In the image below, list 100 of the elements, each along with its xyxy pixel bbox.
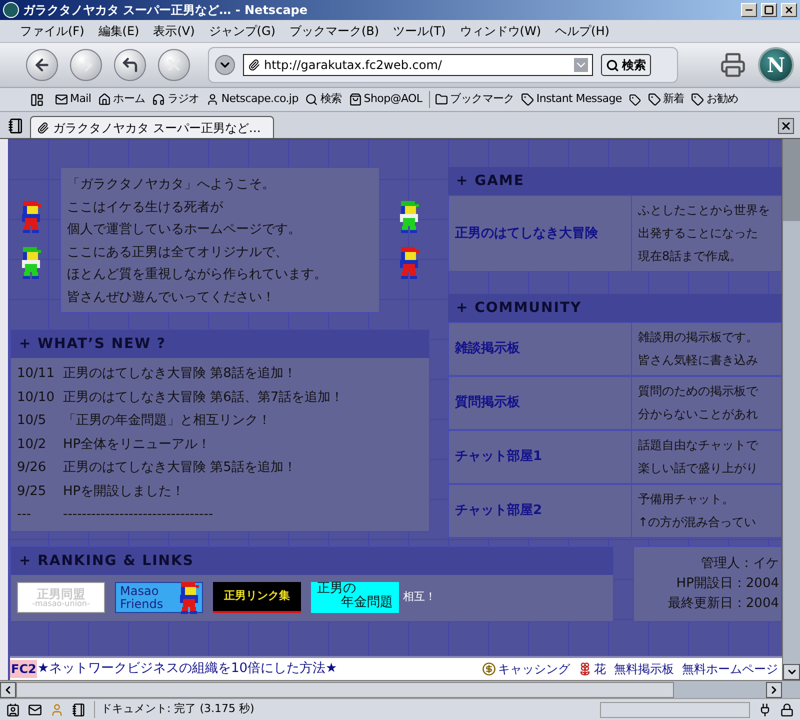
news-text: HP全体をリニューアル！ [63, 436, 211, 454]
welcome-text: ほとんど質を重視しながら作られています。 [67, 266, 328, 284]
footer-link[interactable]: 花 [578, 660, 606, 678]
news-date: 10/10 [17, 388, 56, 406]
mutual-link-text: 相互！ [403, 589, 436, 606]
close-icon [784, 5, 794, 15]
banner[interactable]: 正男リンク集 [213, 582, 301, 613]
headphones-icon [152, 93, 166, 106]
address-field[interactable]: http://garakutax.fc2web.com/ [243, 54, 593, 76]
footer-link[interactable]: キャッシング [482, 660, 570, 678]
news-text: 「正男の年金問題」と相互リンク！ [63, 412, 271, 430]
toolbar-link[interactable]: Netscape.co.jp [206, 91, 298, 108]
admin-text: 管理人：イケ [701, 555, 779, 573]
ad-link[interactable]: ★ネットワークビジネスの組織を10倍にした方法★ [37, 659, 338, 679]
menu-item[interactable]: 編集(E) [98, 22, 140, 40]
sidebar-icon[interactable] [30, 92, 44, 106]
mail-icon [55, 93, 68, 106]
tag-icon[interactable] [628, 94, 641, 106]
banner-title: 正男リンク集 [224, 588, 290, 604]
search-icon [606, 58, 619, 72]
news-text: 正男のはてしなき大冒険 第8話を追加！ [63, 365, 296, 383]
section-header: + WHAT’S NEW ? [11, 330, 429, 358]
news-date: 9/25 [17, 482, 48, 500]
menu-item[interactable]: ウィンドウ(W) [460, 22, 542, 40]
notebook-icon[interactable] [72, 702, 86, 716]
news-date: 10/11 [17, 365, 56, 383]
pixel-character-icon [398, 201, 420, 233]
toolbar-link[interactable]: Mail [55, 91, 92, 108]
menu-item[interactable]: ヘルプ(H) [555, 22, 610, 40]
description-text: 現在8話まで作成。 [638, 248, 743, 265]
history-button[interactable] [215, 55, 235, 75]
admin-text: HP開設日：2004 [676, 575, 779, 593]
vertical-scrollbar[interactable] [782, 139, 800, 680]
scroll-left-button[interactable] [0, 682, 16, 698]
new-tab-icon[interactable] [8, 118, 24, 134]
search-button[interactable]: 検索 [601, 54, 651, 76]
pixel-character-icon [20, 247, 42, 279]
menu-item[interactable]: ツール(T) [393, 22, 446, 40]
footer-link[interactable]: 無料ホームページ [682, 660, 778, 678]
horizontal-scrollbar[interactable] [0, 680, 800, 698]
description-text: 分からないことがあれ [638, 406, 759, 423]
back-button[interactable] [26, 49, 58, 81]
welcome-text: 皆さんぜひ遊んでいってください！ [67, 288, 276, 306]
flower-icon [578, 662, 592, 676]
scroll-thumb[interactable] [16, 682, 674, 698]
maximize-icon [764, 5, 774, 15]
mail-icon[interactable] [28, 702, 42, 716]
toolbar-link[interactable]: 新着 [648, 91, 684, 108]
section-header: + GAME [448, 167, 782, 195]
window-title: ガラクタノヤカタ スーパー正男など… - Netscape [23, 2, 309, 19]
reload-button[interactable] [114, 49, 146, 81]
toolbar-link[interactable]: Shop@AOL [348, 91, 422, 108]
browser-tab[interactable]: ガラクタノヤカタ スーパー正男など… [30, 116, 274, 138]
admin-text: 最終更新日：2004 [668, 595, 779, 613]
news-text: -------------------------------- [63, 506, 214, 524]
toolbar-link[interactable]: ラジオ [152, 91, 200, 108]
toolbar-link[interactable]: お勧め [691, 91, 738, 108]
app-icon [3, 2, 19, 18]
toolbar-link[interactable]: 検索 [305, 91, 342, 108]
pixel-character-icon [178, 582, 200, 614]
close-icon [780, 120, 792, 132]
description-text: 雑談用の掲示板です。 [638, 329, 759, 346]
toolbar-link[interactable]: Instant Message [521, 91, 622, 108]
forward-button[interactable] [70, 49, 102, 81]
printer-icon[interactable] [720, 52, 746, 78]
toolbar-link[interactable]: ホーム [98, 91, 146, 108]
banner[interactable]: 正男の 年金問題 [311, 582, 399, 613]
tag-icon [648, 93, 661, 106]
scroll-down-button[interactable] [783, 664, 800, 680]
address-text: http://garakutax.fc2web.com/ [264, 57, 443, 74]
maximize-button[interactable] [761, 3, 777, 17]
bag-icon [348, 93, 362, 106]
news-text: 正男のはてしなき大冒険 第5話を追加！ [63, 459, 296, 477]
welcome-text: 個人で運営しているホームページです。 [67, 221, 302, 239]
logo: N [758, 47, 794, 83]
banner[interactable]: Masao Friends [115, 582, 203, 613]
minimize-button[interactable] [741, 3, 757, 17]
back-icon [33, 56, 51, 74]
status-text: ドキュメント: 完了 (3.175 秒) [94, 701, 592, 718]
news-date: 10/2 [17, 436, 48, 454]
pixel-character-icon [20, 201, 42, 233]
menu-item[interactable]: 表示(V) [153, 22, 195, 40]
paperclip-icon [248, 59, 260, 71]
news-text: HPを開設しました！ [63, 482, 185, 500]
stop-button[interactable] [158, 49, 190, 81]
toolbar-link[interactable]: ブックマーク [429, 91, 514, 108]
close-button[interactable] [781, 3, 797, 17]
description-text: ふとしたことから世界を [638, 202, 771, 219]
welcome-text: ここはイケる生ける死者が [67, 198, 224, 216]
menu-item[interactable]: ファイル(F) [20, 22, 84, 40]
news-text: 正男のはてしなき大冒険 第6話、第7話を追加！ [63, 388, 344, 406]
close-tab-button[interactable] [778, 118, 794, 134]
menu-item[interactable]: ジャンプ(G) [208, 22, 276, 40]
menu-item[interactable]: ブックマーク(B) [289, 22, 380, 40]
description-text: 出発することになった [638, 225, 759, 242]
person-icon [206, 93, 220, 106]
banner-subtitle: -masao-union- [32, 600, 90, 608]
footer-link[interactable]: 無料掲示板 [614, 660, 674, 678]
scroll-right-button[interactable] [766, 682, 782, 698]
scroll-thumb[interactable] [783, 139, 800, 221]
